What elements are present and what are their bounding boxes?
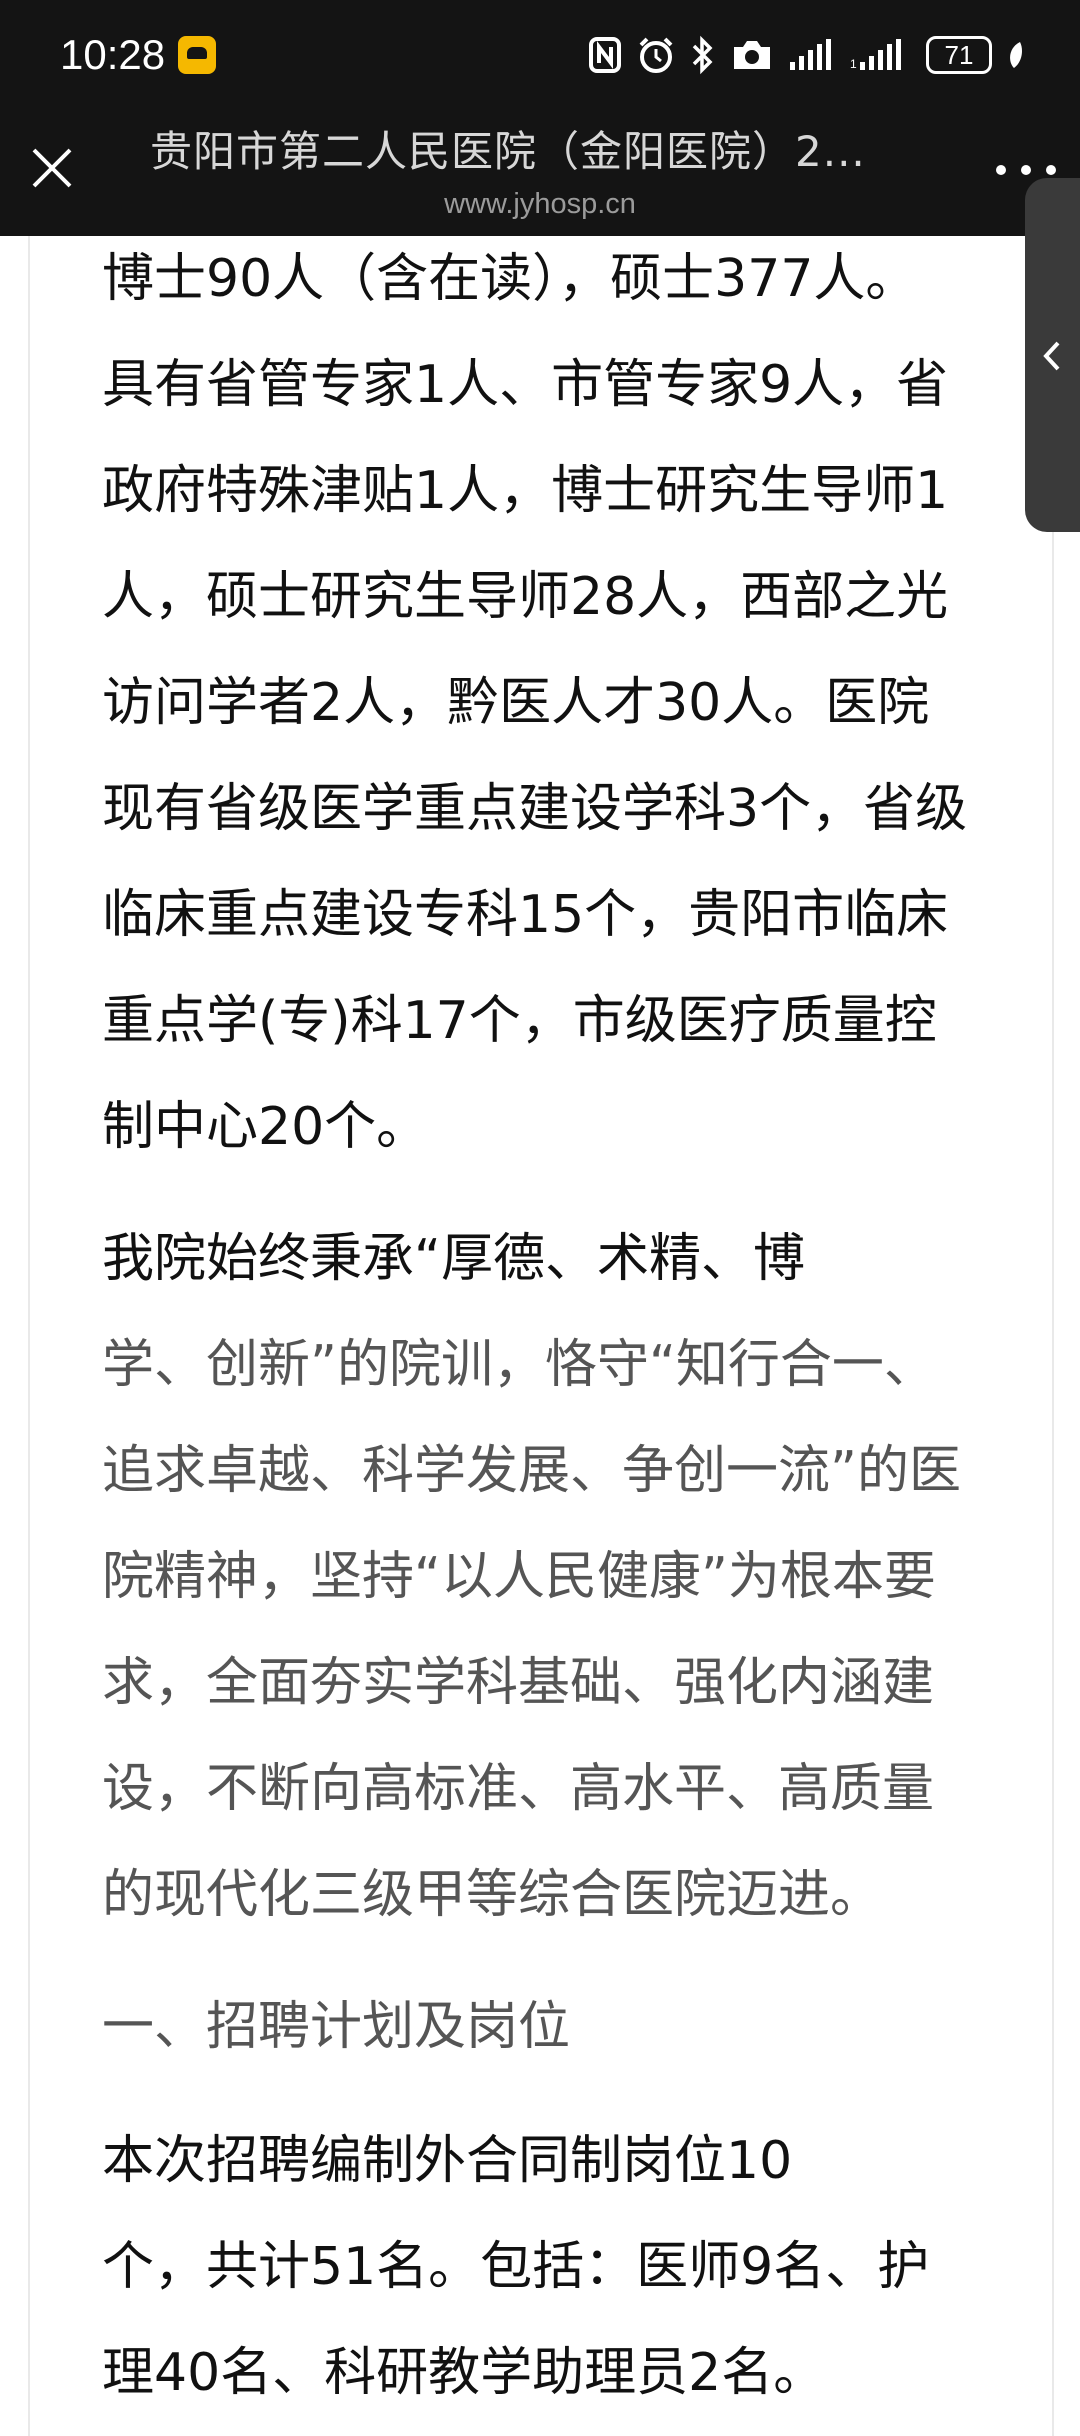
article-line: 访问学者2人，黔医人才30人。医院 bbox=[102, 673, 930, 733]
article-line: 追求卓越、科学发展、争创一流”的医 bbox=[102, 1441, 961, 1501]
article-line: 的现代化三级甲等综合医院迈进。 bbox=[102, 1865, 883, 1925]
article-line: 博士90人（含在读），硕士377人。 bbox=[102, 249, 918, 309]
article-card: 博士90人（含在读），硕士377人。 具有省管专家1人、市管专家9人，省 政府特… bbox=[28, 236, 1054, 2436]
more-dot-icon bbox=[1021, 165, 1031, 175]
leaf-icon bbox=[1010, 42, 1022, 68]
article-line: 临床重点建设专科15个，贵阳市临床 bbox=[102, 885, 949, 945]
article-line: 院精神，坚持“以人民健康”为根本要 bbox=[102, 1547, 936, 1607]
article-line: 我院始终秉承“厚德、术精、博 bbox=[102, 1229, 805, 1289]
status-time: 10:28 bbox=[60, 31, 166, 78]
battery-icon: 71 bbox=[926, 36, 992, 74]
svg-text:1: 1 bbox=[850, 57, 857, 71]
article-line: 重点学(专)科17个，市级医疗质量控 bbox=[102, 991, 937, 1051]
article-line: 学、创新”的院训，恪守“知行合一、 bbox=[102, 1335, 936, 1395]
article-line: 具有省管专家1人、市管专家9人，省 bbox=[102, 355, 949, 415]
signal-icon: 1 bbox=[850, 39, 901, 71]
chevron-left-icon bbox=[1043, 341, 1060, 371]
app-notification-icon bbox=[178, 36, 216, 74]
article-line: 设，不断向高标准、高水平、高质量 bbox=[102, 1759, 935, 1819]
article-line: 现有省级医学重点建设学科3个，省级 bbox=[102, 779, 968, 839]
camera-icon bbox=[734, 41, 770, 69]
alarm-icon bbox=[639, 37, 673, 73]
section-heading: 一、招聘计划及岗位 bbox=[102, 1997, 571, 2057]
more-dot-icon bbox=[996, 165, 1006, 175]
signal-icon bbox=[790, 39, 831, 70]
article-line: 求，全面夯实学科基础、强化内涵建 bbox=[102, 1653, 935, 1713]
side-panel-handle[interactable] bbox=[1025, 178, 1080, 532]
page-title: 贵阳市第二人民医院（金阳医院）2... bbox=[150, 127, 866, 176]
page-url: www.jyhosp.cn bbox=[444, 188, 636, 220]
article-line: 个，共计51名。包括：医师9名、护 bbox=[102, 2237, 930, 2297]
nfc-icon bbox=[589, 37, 621, 73]
article-line: 人，硕士研究生导师28人，西部之光 bbox=[102, 567, 949, 627]
article-line: 制中心20个。 bbox=[102, 1097, 429, 1157]
article-line: 本次招聘编制外合同制岗位10 bbox=[102, 2131, 793, 2191]
bluetooth-icon bbox=[692, 35, 713, 75]
top-bar: 10:28 1 71 贵阳市第二人民医院（金阳医院）2... www.jyhos… bbox=[0, 0, 1080, 236]
status-icons: 1 71 bbox=[588, 30, 1024, 80]
article-line: 理40名、科研教学助理员2名。 bbox=[102, 2343, 826, 2403]
article-line: 政府特殊津贴1人，博士研究生导师1 bbox=[102, 461, 949, 521]
more-dot-icon bbox=[1046, 165, 1056, 175]
